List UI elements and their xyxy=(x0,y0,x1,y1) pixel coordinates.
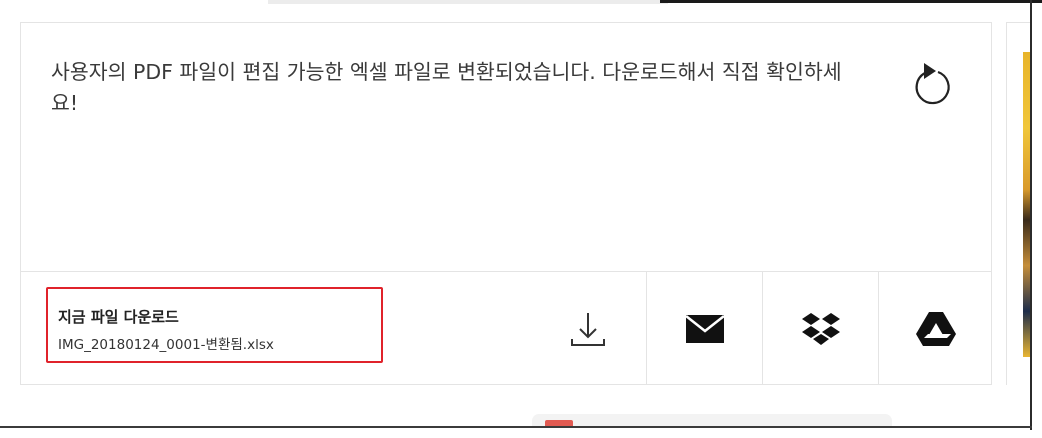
download-button[interactable] xyxy=(531,272,645,385)
refresh-button[interactable] xyxy=(910,57,954,107)
google-drive-button[interactable] xyxy=(878,272,992,385)
envelope-icon xyxy=(684,314,725,343)
dropbox-icon xyxy=(801,312,840,345)
download-icon xyxy=(571,312,605,346)
download-now-box[interactable]: 지금 파일 다운로드 IMG_20180124_0001-변환됨.xlsx xyxy=(46,287,383,363)
actions-row: 지금 파일 다운로드 IMG_20180124_0001-변환됨.xlsx xyxy=(21,271,991,385)
download-filename: IMG_20180124_0001-변환됨.xlsx xyxy=(58,337,274,353)
result-message: 사용자의 PDF 파일이 편집 가능한 엑셀 파일로 변환되었습니다. 다운로드… xyxy=(51,60,842,115)
refresh-icon xyxy=(915,63,950,105)
window-edge xyxy=(1030,0,1032,430)
dropbox-button[interactable] xyxy=(762,272,878,385)
result-card: 사용자의 PDF 파일이 편집 가능한 엑셀 파일로 변환되었습니다. 다운로드… xyxy=(20,22,992,385)
email-button[interactable] xyxy=(646,272,762,385)
bottom-edge xyxy=(0,426,1032,428)
top-bar xyxy=(660,0,1042,3)
top-pill xyxy=(268,0,668,4)
download-title: 지금 파일 다운로드 xyxy=(58,308,179,326)
google-drive-icon xyxy=(915,311,956,346)
